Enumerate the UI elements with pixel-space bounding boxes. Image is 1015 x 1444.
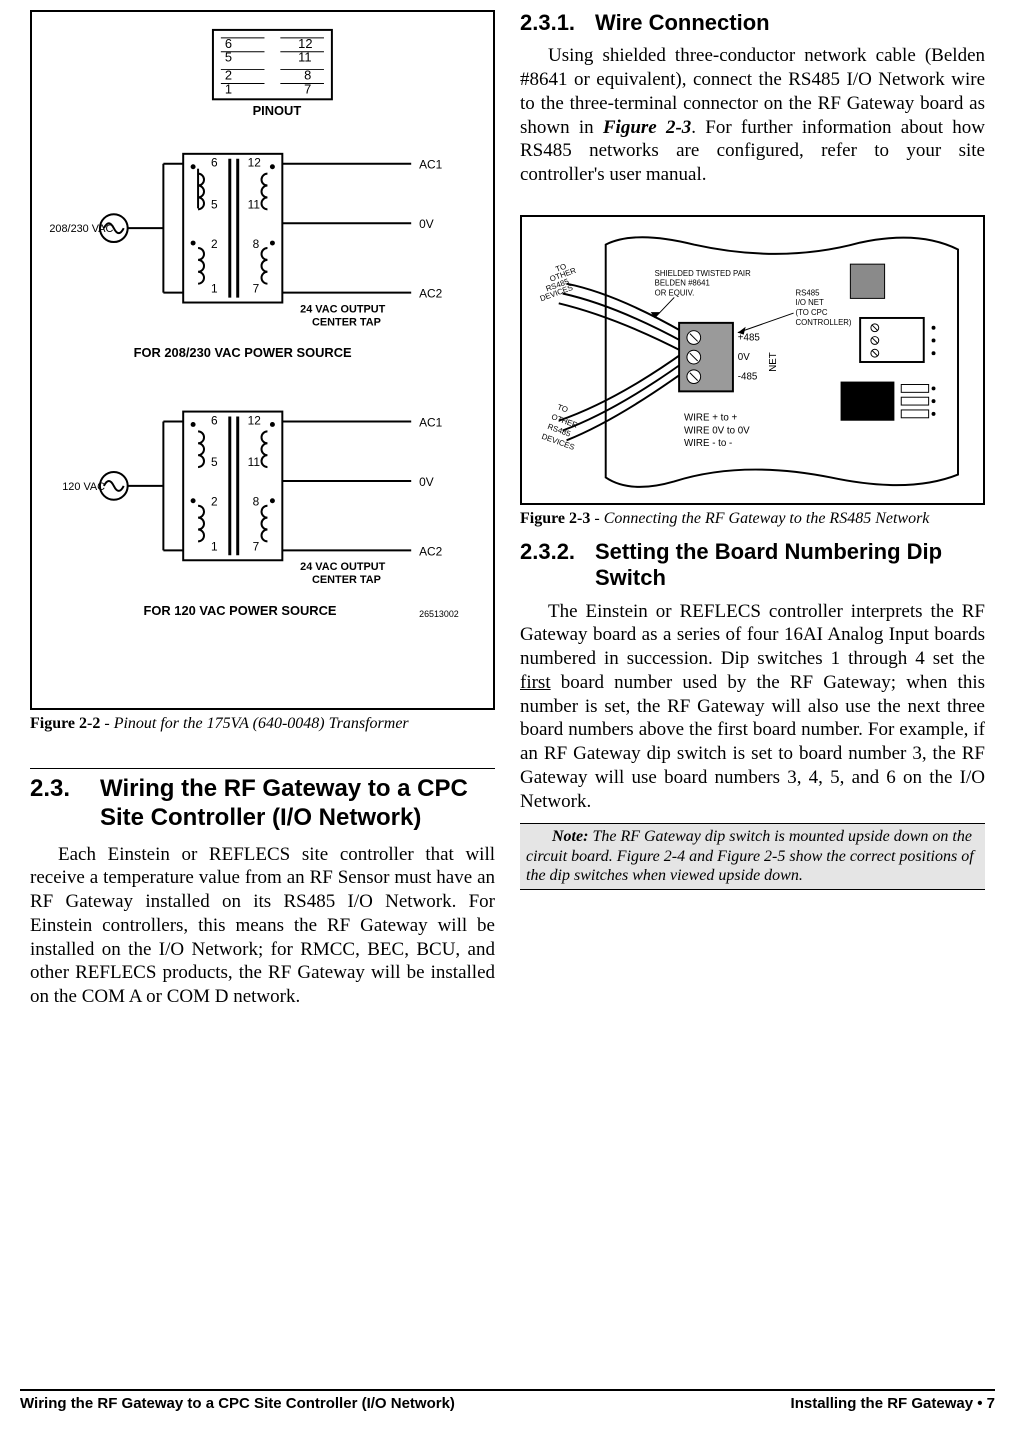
- svg-text:1: 1: [211, 282, 218, 296]
- svg-text:7: 7: [253, 282, 260, 296]
- word-first: first: [520, 672, 551, 693]
- para-2-3-2-post: board number used by the RF Gateway; whe…: [520, 672, 985, 812]
- svg-text:8: 8: [253, 495, 260, 509]
- svg-text:0V: 0V: [419, 475, 434, 489]
- svg-text:6: 6: [211, 413, 218, 427]
- out-ac1: AC1: [419, 158, 442, 172]
- page-footer: Wiring the RF Gateway to a CPC Site Cont…: [20, 1389, 995, 1414]
- svg-text:12: 12: [248, 413, 261, 427]
- svg-text:2: 2: [211, 495, 218, 509]
- heading-2-3-1-num: 2.3.1.: [520, 10, 595, 36]
- heading-2-3-title: Wiring the RF Gateway to a CPC Site Cont…: [100, 775, 495, 833]
- fig23-sep: -: [590, 510, 603, 527]
- fig23-label: Figure 2-3: [520, 510, 590, 527]
- svg-text:WIRE + to +: WIRE + to +: [684, 413, 737, 424]
- figref-2-3: Figure 2-3: [603, 117, 691, 138]
- figure-2-3-box: TO OTHER RS485 DEVICES TO OTHER RS485 DE…: [520, 215, 985, 505]
- pinout-pin-7: 7: [304, 81, 311, 96]
- svg-text:NET: NET: [768, 352, 779, 372]
- svg-text:RS485: RS485: [796, 288, 821, 297]
- svg-text:CENTER TAP: CENTER TAP: [312, 574, 381, 586]
- svg-text:6: 6: [211, 156, 218, 170]
- footer-left: Wiring the RF Gateway to a CPC Site Cont…: [20, 1395, 455, 1414]
- column-layout: 6 5 2 1 12 11 8 7 PINOUT: [30, 10, 985, 1019]
- src-208-label: 208/230 VAC: [49, 223, 113, 235]
- pinout-label: PINOUT: [253, 103, 302, 118]
- note-text: The RF Gateway dip switch is mounted ups…: [526, 828, 974, 883]
- footer-right: Installing the RF Gateway • 7: [791, 1395, 995, 1414]
- section-rule: [30, 768, 495, 769]
- svg-text:11: 11: [248, 455, 261, 469]
- pinout-pin-11: 11: [298, 50, 311, 65]
- svg-text:AC1: AC1: [419, 415, 442, 429]
- svg-text:24 VAC OUTPUT: 24 VAC OUTPUT: [300, 561, 385, 573]
- heading-2-3: 2.3. Wiring the RF Gateway to a CPC Site…: [30, 775, 495, 833]
- fig22-title: Pinout for the 175VA (640-0048) Transfor…: [114, 715, 409, 732]
- svg-text:5: 5: [211, 455, 218, 469]
- pinout-pin-2: 2: [225, 67, 232, 82]
- svg-text:5: 5: [211, 197, 218, 211]
- heading-208: FOR 208/230 VAC POWER SOURCE: [134, 345, 352, 360]
- heading-2-3-num: 2.3.: [30, 775, 100, 833]
- figure-2-2-svg: 6 5 2 1 12 11 8 7 PINOUT: [36, 20, 489, 704]
- fig23-title: Connecting the RF Gateway to the RS485 N…: [604, 510, 930, 527]
- page: 6 5 2 1 12 11 8 7 PINOUT: [0, 0, 1015, 1444]
- figure-2-3-svg: TO OTHER RS485 DEVICES TO OTHER RS485 DE…: [526, 225, 979, 499]
- svg-text:DEVICES: DEVICES: [540, 432, 575, 452]
- svg-text:OR EQUIV.: OR EQUIV.: [655, 288, 695, 297]
- heading-2-3-2: 2.3.2. Setting the Board Number­ing Dip …: [520, 539, 985, 592]
- svg-text:AC2: AC2: [419, 544, 442, 558]
- svg-text:24 VAC OUTPUT: 24 VAC OUTPUT: [300, 303, 385, 315]
- heading-2-3-2-num: 2.3.2.: [520, 539, 595, 592]
- note-label: Note:: [552, 828, 588, 845]
- svg-text:12: 12: [248, 156, 261, 170]
- svg-text:11: 11: [248, 197, 261, 211]
- figure-2-2-caption: Figure 2-2 - Pinout for the 175VA (640-0…: [30, 714, 495, 734]
- svg-text:SHIELDED TWISTED PAIR: SHIELDED TWISTED PAIR: [655, 269, 751, 278]
- pinout-pin-1: 1: [225, 81, 232, 96]
- svg-text:CONTROLLER): CONTROLLER): [796, 318, 852, 327]
- svg-text:TO: TO: [556, 402, 569, 414]
- svg-text:(TO CPC: (TO CPC: [796, 308, 828, 317]
- heading-120: FOR 120 VAC POWER SOURCE: [144, 603, 337, 618]
- heading-2-3-1: 2.3.1. Wire Connection: [520, 10, 985, 36]
- heading-2-3-1-title: Wire Connection: [595, 10, 770, 36]
- figure-2-2-box: 6 5 2 1 12 11 8 7 PINOUT: [30, 10, 495, 710]
- pinout-pin-8: 8: [304, 67, 311, 82]
- src-120-label: 120 VAC: [62, 481, 105, 493]
- para-2-3-2-pre: The Einstein or REFLECS controller inter…: [520, 601, 985, 670]
- fig22-partnum: 26513002: [419, 609, 459, 619]
- svg-text:1: 1: [211, 539, 218, 553]
- svg-text:-485: -485: [738, 372, 758, 383]
- svg-text:I/O NET: I/O NET: [796, 298, 824, 307]
- svg-text:WIRE - to -: WIRE - to -: [684, 438, 732, 449]
- right-column: 2.3.1. Wire Connection Using shielded th…: [520, 10, 985, 1019]
- svg-text:WIRE 0V to 0V: WIRE 0V to 0V: [684, 425, 750, 436]
- pinout-pin-5: 5: [225, 50, 232, 65]
- left-column: 6 5 2 1 12 11 8 7 PINOUT: [30, 10, 495, 1019]
- svg-text:7: 7: [253, 539, 260, 553]
- svg-text:2: 2: [211, 237, 218, 251]
- pinout-pin-6: 6: [225, 36, 232, 51]
- para-2-3-1: Using shielded three-conductor network c…: [520, 44, 985, 187]
- para-2-3-2: The Einstein or REFLECS controller inter…: [520, 600, 985, 814]
- svg-text:0V: 0V: [738, 352, 750, 363]
- heading-2-3-2-title: Setting the Board Number­ing Dip Switch: [595, 539, 985, 592]
- figure-2-3-caption: Figure 2-3 - Connecting the RF Gateway t…: [520, 509, 985, 529]
- fig22-sep: -: [100, 715, 113, 732]
- out-ac2: AC2: [419, 287, 442, 301]
- out-0v: 0V: [419, 217, 434, 231]
- note-box: Note: The RF Gateway dip switch is mount…: [520, 823, 985, 890]
- svg-text:CENTER TAP: CENTER TAP: [312, 316, 381, 328]
- svg-text:+485: +485: [738, 332, 761, 343]
- pinout-pin-12: 12: [298, 36, 312, 51]
- fig22-label: Figure 2-2: [30, 715, 100, 732]
- svg-text:8: 8: [253, 237, 260, 251]
- para-2-3: Each Einstein or REFLECS site controller…: [30, 843, 495, 1009]
- svg-text:BELDEN #8641: BELDEN #8641: [655, 279, 710, 288]
